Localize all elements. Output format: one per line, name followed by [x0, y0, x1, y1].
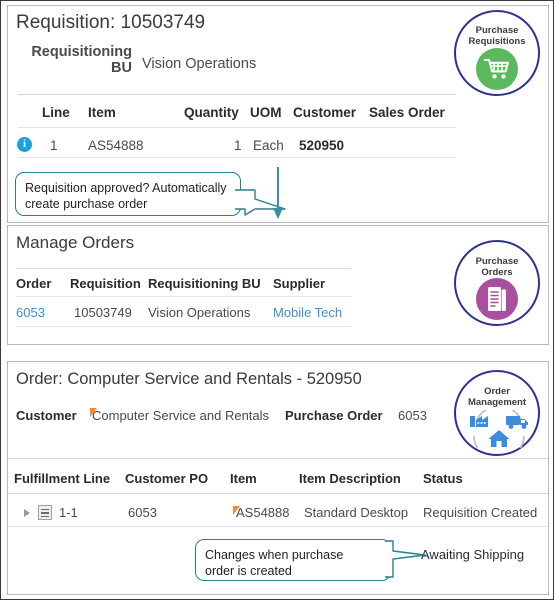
- req-col-uom: UOM: [250, 105, 282, 120]
- om-cell-customer-po: 6053: [128, 505, 157, 520]
- purchase-requisitions-badge: Purchase Requisitions: [454, 10, 540, 96]
- purchase-orders-badge: Purchase Orders: [454, 240, 540, 326]
- badge-label-line2: Management: [467, 397, 527, 408]
- callout-2-line1: Changes when purchase: [205, 548, 344, 562]
- divider: [18, 94, 456, 95]
- divider: [16, 268, 351, 269]
- om-cell-status: Requisition Created: [423, 505, 538, 520]
- req-col-sales-order: Sales Order: [369, 105, 445, 120]
- badge-label: Purchase Requisitions: [456, 25, 538, 47]
- req-col-line: Line: [42, 105, 70, 120]
- customer-value: Computer Service and Rentals: [92, 408, 270, 423]
- callout-2-connector: [385, 540, 426, 578]
- document-list-icon: [476, 278, 518, 320]
- req-cell-line: 1: [50, 138, 58, 153]
- house-icon: [488, 430, 510, 447]
- divider: [16, 326, 351, 327]
- badge-label-line1: Order: [484, 386, 510, 397]
- customer-label: Customer: [16, 408, 77, 423]
- mo-cell-supplier-link[interactable]: Mobile Tech: [273, 305, 342, 320]
- req-cell-customer: 520950: [299, 138, 345, 153]
- om-cell-fulfillment-line-link[interactable]: 1-1: [59, 505, 78, 520]
- divider: [18, 127, 456, 128]
- purchase-order-value: 6053: [398, 408, 427, 423]
- om-col-item: Item: [230, 471, 257, 486]
- mo-cell-requisition: 10503749: [74, 305, 132, 320]
- callout-2-line2: order is created: [205, 564, 292, 578]
- req-col-item: Item: [88, 105, 116, 120]
- mo-col-requisition: Requisition: [70, 276, 141, 291]
- om-col-item-description: Item Description: [299, 471, 401, 486]
- requisitioning-bu-value: Vision Operations: [142, 56, 257, 72]
- manage-orders-panel: Manage Orders Order Requisition Requisit…: [7, 225, 549, 345]
- callout-1-line2: create purchase order: [25, 197, 148, 211]
- badge-label-line2: Orders: [481, 267, 513, 278]
- mo-col-supplier: Supplier: [273, 276, 326, 291]
- info-icon[interactable]: i: [17, 137, 32, 152]
- screenshot-root: Requisition: 10503749 Requisitioning BU …: [0, 0, 554, 600]
- order-title: Order: Computer Service and Rentals - 52…: [16, 370, 362, 388]
- requisitioning-bu-label: Requisitioning BU: [31, 44, 132, 76]
- req-cell-item: AS54888: [88, 138, 144, 153]
- req-cell-uom: Each: [253, 138, 284, 153]
- shopping-cart-icon: [476, 48, 518, 90]
- divider: [8, 493, 548, 494]
- req-col-quantity: Quantity: [184, 105, 239, 120]
- requisition-title: Requisition: 10503749: [16, 12, 206, 33]
- mo-cell-bu: Vision Operations: [148, 305, 251, 320]
- flow-arrow-down: [273, 167, 283, 219]
- awaiting-shipping-label: Awaiting Shipping: [421, 547, 525, 562]
- om-col-customer-po: Customer PO: [125, 471, 209, 486]
- mo-col-bu: Requisitioning BU: [148, 276, 261, 291]
- purchase-order-label: Purchase Order: [285, 408, 383, 423]
- badge-label-line1: Purchase: [475, 25, 519, 36]
- req-cell-quantity: 1: [234, 138, 242, 153]
- callout-changes-when-po-created: Changes when purchase order is created: [195, 539, 391, 581]
- row-detail-icon[interactable]: [38, 505, 52, 520]
- factory-icon: [470, 416, 488, 427]
- om-cell-item: AS54888: [236, 505, 290, 520]
- manage-orders-title: Manage Orders: [16, 233, 135, 252]
- badge-label-line1: Purchase: [475, 256, 519, 267]
- divider: [18, 157, 456, 158]
- badge-label: Purchase Orders: [456, 256, 538, 278]
- order-management-icon: [470, 410, 528, 448]
- om-cell-item-description: Standard Desktop: [304, 505, 409, 520]
- divider: [8, 526, 548, 527]
- badge-label: Order Management: [456, 386, 538, 408]
- order-management-badge: Order Management: [454, 370, 540, 456]
- divider: [16, 296, 351, 297]
- callout-1-line1: Requisition approved? Automatically: [25, 181, 227, 195]
- expand-row-icon[interactable]: [24, 509, 30, 517]
- om-col-status: Status: [423, 471, 463, 486]
- om-col-fulfillment-line: Fulfillment Line: [14, 471, 111, 486]
- callout-requisition-approved: Requisition approved? Automatically crea…: [15, 172, 241, 216]
- mo-col-order: Order: [16, 276, 52, 291]
- truck-icon: [506, 416, 528, 429]
- badge-label-line2: Requisitions: [468, 36, 526, 47]
- req-col-customer: Customer: [293, 105, 357, 120]
- mo-cell-order-link[interactable]: 6053: [16, 305, 45, 320]
- divider: [8, 458, 548, 459]
